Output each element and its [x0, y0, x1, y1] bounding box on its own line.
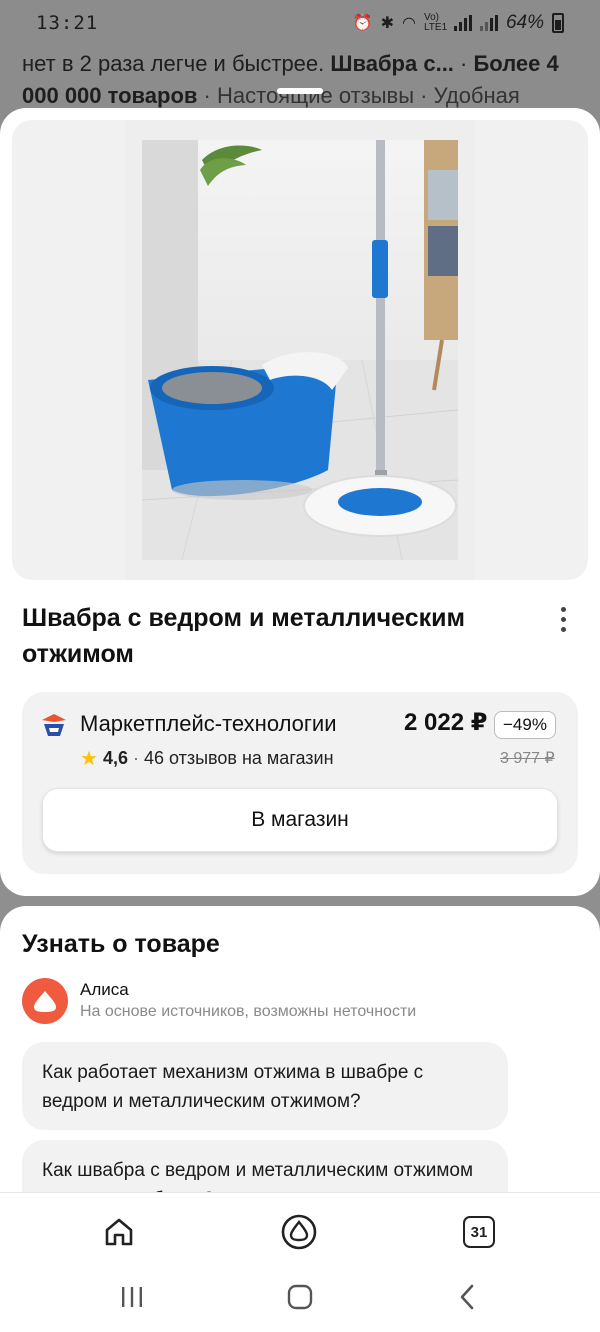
discount-badge: −49% — [494, 711, 556, 739]
alice-icon — [281, 1214, 317, 1250]
product-sheet: Швабра с ведром и металлическим отжимом … — [0, 108, 600, 896]
assistant-name: Алиса — [80, 980, 129, 999]
rating-value: 4,6 — [102, 748, 128, 768]
system-home-button[interactable] — [280, 1277, 320, 1317]
go-to-shop-button[interactable]: В магазин — [42, 788, 558, 852]
background-snippet: нет в 2 раза легче и быстрее. Швабра с..… — [22, 51, 559, 108]
wifi-icon: ◠ — [402, 15, 416, 32]
more-options-button[interactable] — [548, 604, 578, 634]
nav-home-button[interactable] — [94, 1207, 144, 1257]
signal-icon — [453, 15, 472, 31]
suggested-question[interactable]: Как работает механизм отжима в швабре с … — [22, 1042, 508, 1130]
recent-apps-button[interactable] — [112, 1277, 152, 1317]
price: 2 022 ₽ — [404, 709, 488, 736]
alice-icon — [34, 991, 56, 1012]
product-image-panel[interactable] — [12, 120, 588, 580]
nav-alice-button[interactable] — [274, 1207, 324, 1257]
sheet-drag-handle[interactable] — [277, 88, 323, 94]
home-icon — [105, 1218, 133, 1246]
system-back-button[interactable] — [448, 1277, 488, 1317]
separator: · — [132, 748, 139, 768]
old-price: 3 977 ₽ — [500, 750, 555, 767]
battery-icon — [552, 13, 564, 33]
status-icons: ⏰ ✱ ◠ Vo) LTE1 64% — [353, 12, 564, 34]
network-label: Vo) LTE1 — [423, 12, 448, 33]
product-title: Швабра с ведром и металлическим отжимом — [22, 604, 465, 668]
signal-icon-2 — [479, 15, 498, 31]
mop-bucket-photo — [142, 140, 458, 560]
alice-avatar — [22, 978, 68, 1024]
chevron-left-icon — [460, 1284, 474, 1310]
offer-card[interactable]: Маркетплейс-технологии ★ 4,6 · 46 отзыво… — [22, 692, 578, 874]
recent-apps-icon — [122, 1287, 142, 1307]
alarm-icon: ⏰ — [352, 15, 373, 32]
bottom-navigation: 31 — [0, 1192, 600, 1332]
battery-percent: 64% — [505, 12, 544, 33]
shop-rating: ★ 4,6 · 46 отзывов на магазин — [80, 746, 334, 771]
shop-logo — [42, 714, 66, 736]
status-time: 13:21 — [36, 12, 99, 34]
tabs-count: 31 — [463, 1216, 495, 1248]
star-icon: ★ — [80, 748, 98, 770]
reviews-count: 46 отзывов на магазин — [143, 748, 334, 768]
square-home-icon — [287, 1284, 313, 1310]
bluetooth-icon: ✱ — [380, 15, 394, 32]
assistant-note: На основе источников, возможны неточност… — [80, 1003, 417, 1020]
nav-tabs-button[interactable]: 31 — [454, 1207, 504, 1257]
status-bar: 13:21 ⏰ ✱ ◠ Vo) LTE1 64% — [0, 0, 600, 46]
system-navigation — [0, 1271, 600, 1331]
learn-title: Узнать о товаре — [22, 930, 220, 958]
shop-name[interactable]: Маркетплейс-технологии — [80, 711, 337, 737]
product-photo — [126, 120, 474, 580]
